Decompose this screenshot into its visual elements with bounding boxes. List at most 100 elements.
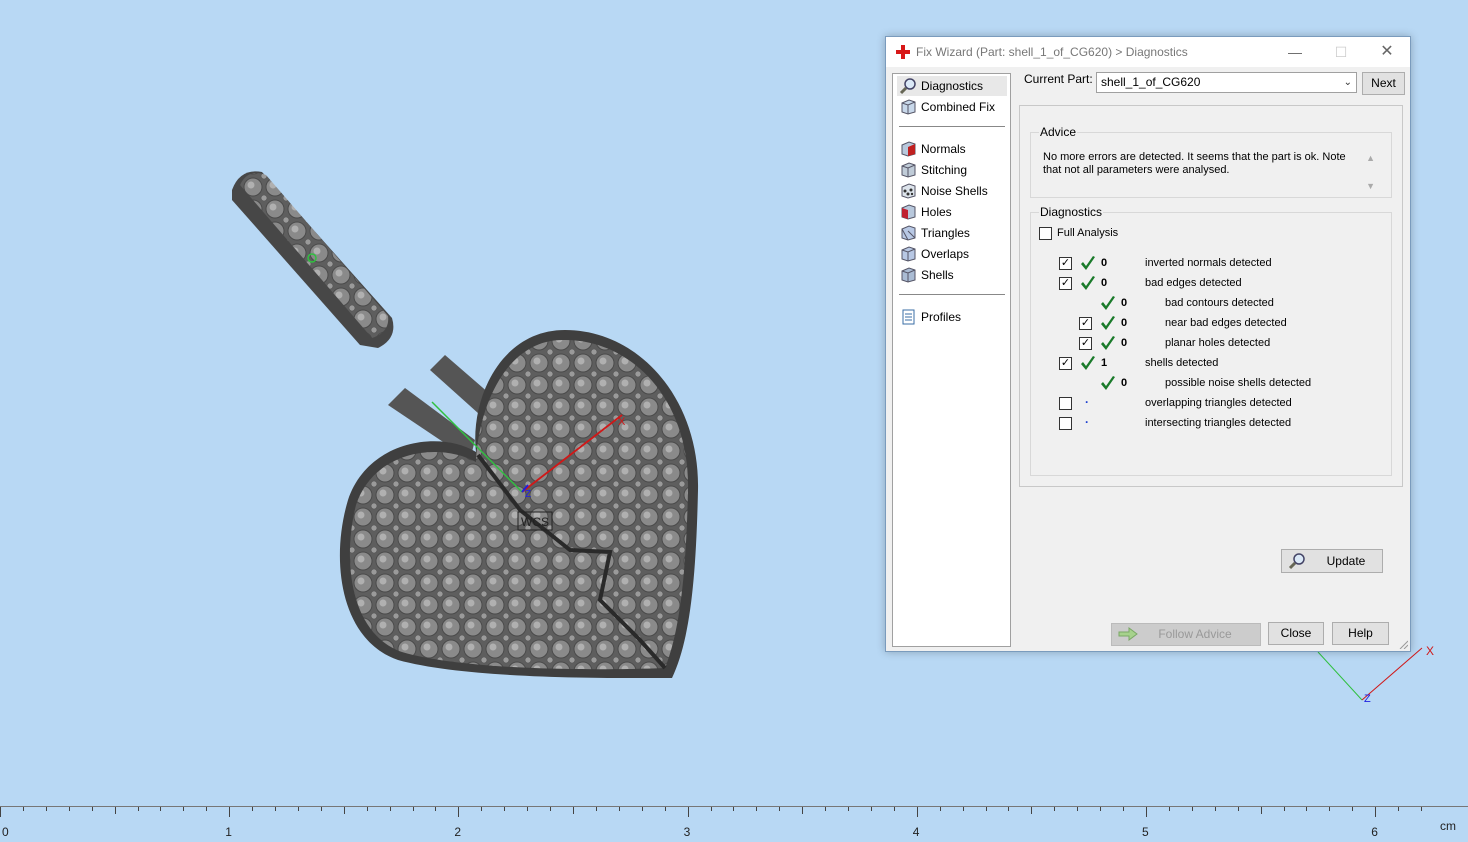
advice-text: No more errors are detected. It seems th… [1043, 151, 1346, 176]
diagnostics-group: Diagnostics Full Analysis ✓ 0 inverted nor… [1030, 205, 1392, 573]
dialog-titlebar[interactable]: Fix Wizard (Part: shell_1_of_CG620) > Di… [886, 37, 1410, 67]
svg-text:X: X [1426, 644, 1434, 658]
current-part-label: Current Part: [1024, 72, 1093, 86]
ruler-tick [297, 807, 299, 811]
ruler-tick-label: 5 [1142, 825, 1149, 839]
sidebar-item-diagnostics[interactable]: Diagnostics [897, 76, 1007, 96]
ruler-tick [641, 807, 643, 811]
follow-advice-button[interactable]: Follow Advice [1111, 623, 1261, 646]
diagnostic-count: 0 [1121, 297, 1128, 309]
diagnostic-count: 0 [1101, 257, 1108, 269]
next-button[interactable]: Next [1362, 72, 1405, 95]
fix-wizard-dialog: Fix Wizard (Part: shell_1_of_CG620) > Di… [885, 36, 1411, 652]
svg-text:Z: Z [1364, 693, 1371, 705]
svg-text:Z: Z [525, 489, 531, 500]
diagnostic-label: overlapping triangles detected [1145, 397, 1292, 409]
sidebar-item-profiles[interactable]: Profiles [897, 307, 1007, 327]
sidebar-divider [899, 294, 1005, 295]
close-window-button[interactable]: ✕ [1364, 37, 1410, 67]
pending-dot-icon: · [1085, 395, 1089, 409]
diagnostic-checkbox[interactable]: ✓ [1079, 317, 1092, 330]
diagnostic-row: ✓ 0 bad edges detected [1031, 275, 1391, 293]
diagnostic-row: ✓ 0 planar holes detected [1031, 335, 1391, 353]
diagnostic-checkbox[interactable]: ✓ [1059, 357, 1072, 370]
ruler-tick [68, 807, 70, 811]
diagnostics-title: Diagnostics [1039, 205, 1104, 219]
diagnostic-checkbox[interactable]: ✓ [1079, 337, 1092, 350]
ruler-tick [1329, 807, 1331, 811]
heart-pendant-model[interactable] [339, 330, 699, 679]
chevron-down-icon: ⌄ [1343, 77, 1352, 88]
diagnostic-checkbox[interactable] [1059, 417, 1072, 430]
ruler-unit-label: cm [1440, 819, 1456, 833]
sidebar-item-holes[interactable]: Holes [897, 202, 1007, 222]
current-part-dropdown[interactable]: shell_1_of_CG620 ⌄ [1096, 72, 1357, 93]
green-check-icon [1101, 296, 1115, 310]
bottom-ruler: 0 1 2 3 4 5 6 cm [0, 806, 1468, 842]
wizard-sidebar: Diagnostics Combined Fix Normals Stitchi… [892, 73, 1011, 647]
ruler-tick [527, 807, 529, 811]
scroll-down-icon[interactable]: ▼ [1366, 181, 1375, 191]
diagnostic-row: ✓ 1 shells detected [1031, 355, 1391, 373]
sidebar-item-combined-fix[interactable]: Combined Fix [897, 97, 1007, 117]
ruler-tick [985, 807, 987, 811]
ruler-tick [1214, 807, 1216, 811]
diagnostic-row: 0 possible noise shells detected [1031, 375, 1391, 393]
ruler-tick [412, 807, 414, 811]
resize-grip-icon[interactable] [1398, 639, 1408, 649]
ruler-tick-label: 0 [2, 825, 9, 839]
scroll-up-icon[interactable]: ▲ [1366, 153, 1375, 163]
sidebar-item-stitching[interactable]: Stitching [897, 160, 1007, 180]
diagnostics-panel: Advice No more errors are detected. It s… [1019, 105, 1403, 573]
diagnostic-checkbox[interactable] [1059, 397, 1072, 410]
help-button[interactable]: Help [1332, 622, 1389, 645]
ruler-tick [687, 807, 689, 817]
ruler-tick-label: 6 [1371, 825, 1378, 839]
update-button[interactable]: Update [1281, 549, 1383, 573]
holes-cube-icon [901, 204, 916, 220]
maximize-button[interactable]: ☐ [1318, 37, 1364, 67]
advice-group: Advice No more errors are detected. It s… [1030, 125, 1392, 198]
close-button[interactable]: Close [1268, 622, 1324, 645]
bail-ring-model[interactable] [232, 171, 394, 348]
sidebar-item-shells[interactable]: Shells [897, 265, 1007, 285]
ruler-tick [206, 807, 208, 811]
diagnostic-label: possible noise shells detected [1165, 377, 1312, 389]
wcs-label: WCS [521, 515, 549, 529]
diagnostic-checkbox[interactable]: ✓ [1059, 257, 1072, 270]
ruler-tick [1077, 807, 1079, 811]
ruler-tick [252, 807, 254, 811]
sidebar-item-triangles[interactable]: Triangles [897, 223, 1007, 243]
diagnostic-row: 0 bad contours detected [1031, 295, 1391, 313]
ruler-tick-label: 1 [225, 825, 232, 839]
ruler-tick [481, 807, 483, 811]
sidebar-item-noise-shells[interactable]: Noise Shells [897, 181, 1007, 201]
ruler-tick [1008, 807, 1010, 811]
ruler-tick [1168, 807, 1170, 811]
diagnostic-label: bad contours detected [1165, 297, 1274, 309]
noise-shells-icon [901, 183, 916, 199]
sidebar-item-overlaps[interactable]: Overlaps [897, 244, 1007, 264]
corner-axes-indicator: X Z [1317, 644, 1434, 705]
ruler-tick [1054, 807, 1056, 811]
full-analysis-checkbox[interactable] [1039, 227, 1052, 240]
diagnostic-label: intersecting triangles detected [1145, 417, 1292, 429]
triangles-cube-icon [901, 225, 916, 241]
diagnostic-count: 0 [1121, 377, 1128, 389]
diagnostic-row: ✓ 0 near bad edges detected [1031, 315, 1391, 333]
ruler-tick [320, 807, 322, 811]
stitching-cube-icon [901, 162, 916, 178]
minimize-button[interactable]: — [1272, 37, 1318, 67]
ruler-tick [1123, 807, 1125, 811]
shells-cube-icon [901, 267, 916, 283]
ruler-tick [1191, 807, 1193, 811]
ruler-tick [114, 807, 116, 814]
ruler-tick [160, 807, 162, 811]
ruler-tick [1031, 807, 1033, 814]
green-check-icon [1081, 256, 1095, 270]
sidebar-divider [899, 126, 1005, 127]
red-cross-icon [896, 45, 910, 59]
ruler-tick [733, 807, 735, 811]
diagnostic-checkbox[interactable]: ✓ [1059, 277, 1072, 290]
sidebar-item-normals[interactable]: Normals [897, 139, 1007, 159]
